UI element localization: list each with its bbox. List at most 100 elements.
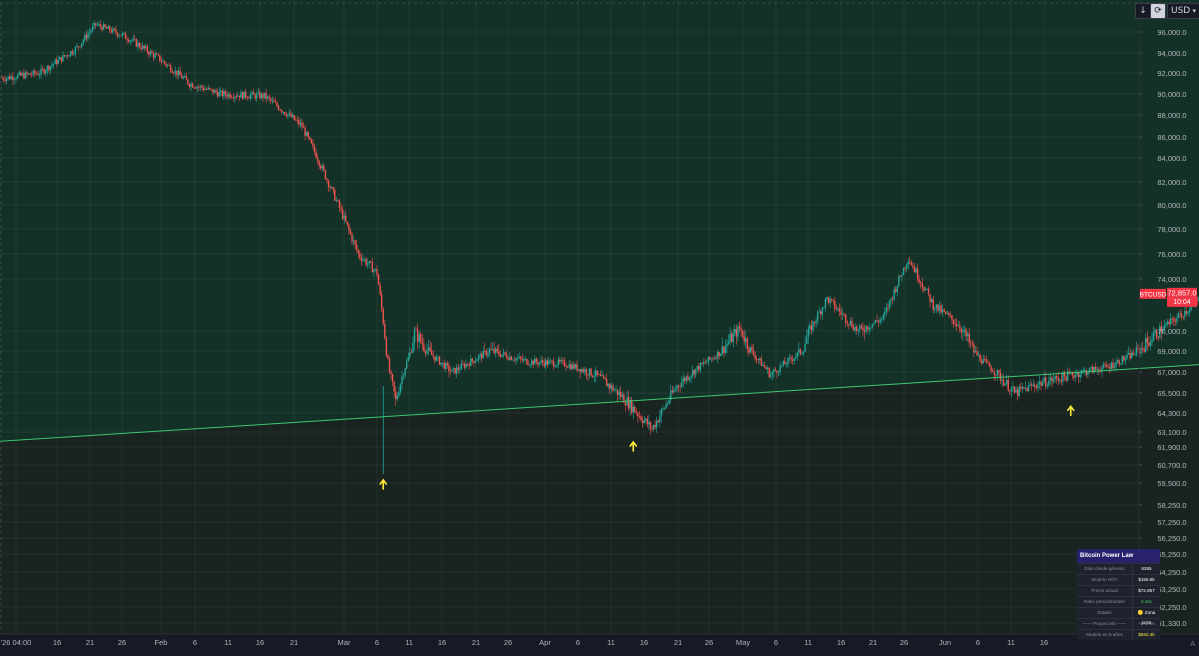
candle-body [290,113,292,118]
x-tick-label: Feb [155,638,168,647]
candle-body [151,51,153,54]
candle-body [162,60,164,62]
candle-body [76,46,78,48]
candle-body [43,69,45,74]
candle-body [1046,385,1049,387]
candle-body [899,275,902,277]
candle-body [662,408,664,410]
candle-body [934,308,936,310]
candle-body [766,368,769,370]
candle-body [4,79,6,81]
candle-body [199,85,202,87]
candle-body [826,297,828,299]
candle-body [74,47,77,54]
candle-body [462,363,464,365]
candle-body [513,359,516,361]
candle-body [1021,387,1024,389]
candle-body [548,360,550,365]
candle-body [1049,377,1052,381]
candle-body [1063,372,1066,377]
auto-scale-toggle[interactable]: A [1190,641,1195,648]
candle-body [648,421,650,425]
candle-body [35,73,38,75]
row-value: 🟡 Zona justa [1137,610,1156,625]
candle-body [1048,380,1050,386]
candle-body [976,351,978,356]
candle-body [245,91,247,98]
price-chart[interactable]: 570 8o 4 57 96,000.094,000.092,000.090,0… [0,0,1199,651]
candle-body [488,349,491,354]
candle-body [677,385,680,387]
candle-body [998,370,1000,373]
candle-body [1110,362,1113,369]
candle-body [466,363,469,365]
candle [902,267,905,275]
candle-body [41,68,44,70]
candle-body [498,351,500,355]
candle-body [185,76,188,80]
candle-body [505,354,508,359]
x-tick-label: Mar [338,638,351,647]
chart-area[interactable]: 570 8o 4 57 96,000.094,000.092,000.090,0… [0,0,1199,651]
candle-body [676,385,678,389]
candle-body [293,115,295,120]
candle-body [9,76,11,80]
candle-body [943,309,945,312]
candle-body [971,343,974,345]
candle-body [813,321,816,323]
candle-body [320,165,322,169]
candle-body [979,354,981,361]
currency-selector[interactable]: USD ▾ [1167,3,1199,19]
x-tick-label: May [736,638,750,647]
candle-body [1177,313,1180,318]
refresh-button[interactable]: ⟳ [1150,3,1166,19]
candle-body [429,347,431,352]
candle-body [487,353,489,356]
candle-body [249,94,252,99]
candle-body [263,92,266,98]
candle-body [1018,386,1020,396]
candle-body [374,268,377,270]
candle-body [390,372,392,375]
candle-body [402,375,405,377]
candle-body [341,209,344,219]
candle-body [345,215,347,222]
y-tick-label: 57,250.0 [1157,518,1186,527]
candle-body [1059,379,1061,381]
candle-body [5,78,8,81]
table-row: Ratio precio/modelo 0.46x [1077,596,1160,607]
candle-body [1104,364,1106,365]
candle-body [746,338,749,349]
download-button[interactable]: ↓ [1135,3,1151,19]
candle-body [526,359,528,365]
candle-body [887,307,889,309]
candle-body [882,315,884,319]
candle-body [845,314,847,323]
candle-body [837,308,839,310]
candle-body [154,54,156,58]
candle-body [860,325,863,328]
candle-body [230,97,233,99]
candle-body [865,326,867,332]
candle-body [124,32,127,39]
candle-body [751,346,753,351]
candle-body [440,362,442,365]
x-tick-label: 26 [118,638,126,647]
candle-body [102,24,105,30]
candle-body [401,376,403,384]
x-tick-label: 11 [1007,638,1015,647]
candle-body [441,362,444,364]
candle-body [23,73,25,79]
candle [451,369,453,372]
candle-body [18,72,20,75]
candle-body [279,109,281,111]
symbol-label: BTCUSD [1140,291,1167,298]
candle-body [960,329,963,333]
candle-body [909,261,911,263]
candle-body [876,320,878,322]
candle-body [260,93,263,99]
candle-body [554,366,556,368]
candle-body [1055,376,1058,378]
candle [438,355,441,366]
candle-body [930,299,933,303]
